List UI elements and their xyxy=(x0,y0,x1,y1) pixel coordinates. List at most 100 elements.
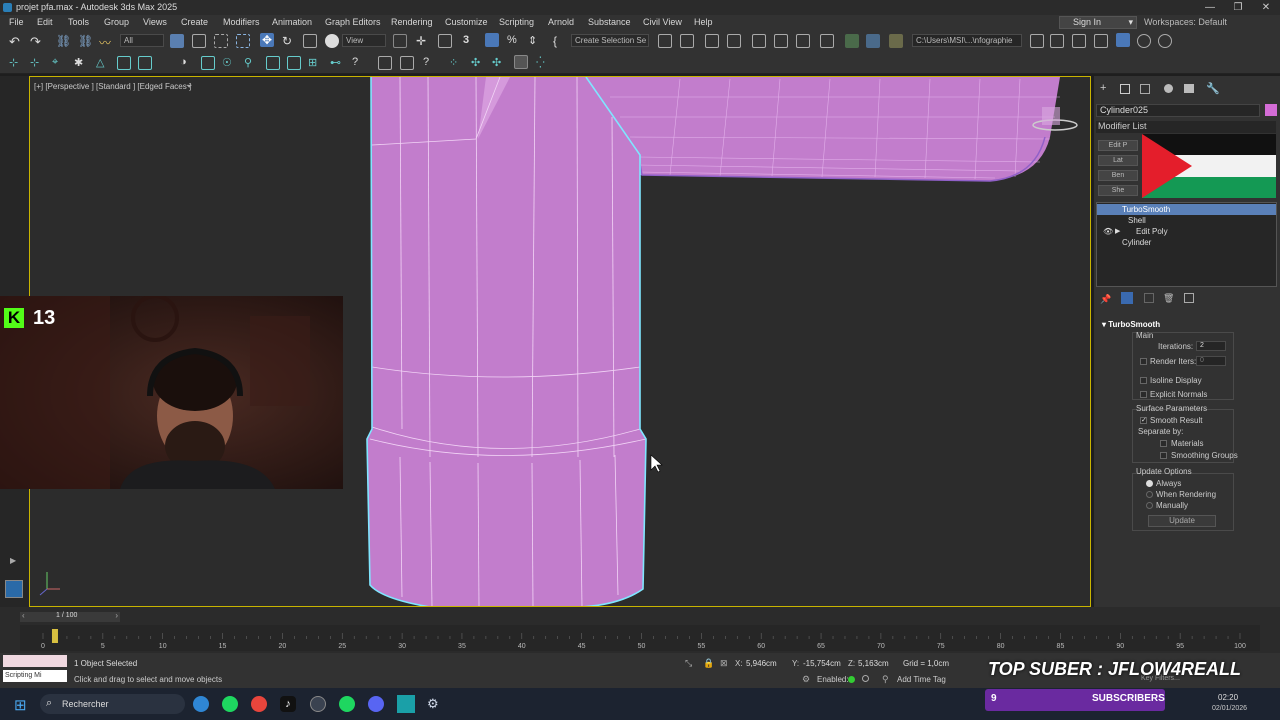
time-slider[interactable]: ‹ 1 / 100 › xyxy=(20,611,120,622)
project-folder-icon[interactable] xyxy=(1030,34,1044,48)
stack-item-turbosmooth[interactable]: TurboSmooth xyxy=(1097,204,1276,215)
snap-icon-10[interactable] xyxy=(514,55,528,69)
maxscript-listener[interactable] xyxy=(3,655,67,667)
edge-icon[interactable] xyxy=(193,696,209,712)
menu-file[interactable]: File xyxy=(9,17,24,27)
scripting-mini-listener[interactable]: Scripting Mi xyxy=(3,670,67,682)
snap-icon-7[interactable]: ⁘ xyxy=(449,56,463,70)
snap-pivot-icon[interactable]: ⊹ xyxy=(30,56,44,70)
menu-create[interactable]: Create xyxy=(181,17,208,27)
snap-midpoint-icon[interactable]: △ xyxy=(96,56,110,70)
x-coordinate[interactable]: 5,946cm xyxy=(746,659,777,668)
menu-rendering[interactable]: Rendering xyxy=(391,17,433,27)
menu-modifiers[interactable]: Modifiers xyxy=(223,17,260,27)
chrome-icon[interactable] xyxy=(251,696,267,712)
percent-snap-icon[interactable]: % xyxy=(507,34,521,48)
menu-help[interactable]: Help xyxy=(694,17,713,27)
object-name-field[interactable]: Cylinder025 xyxy=(1096,104,1260,117)
toggle-ribbon-icon[interactable] xyxy=(752,34,766,48)
funnel-icon[interactable]: ⏷ xyxy=(186,82,192,92)
iterations-spinner[interactable]: 2 xyxy=(1196,341,1226,351)
make-unique-icon[interactable] xyxy=(1144,293,1154,303)
question-icon[interactable]: ? xyxy=(423,56,437,70)
3dsmax-taskbar-icon[interactable] xyxy=(397,695,415,713)
object-color-swatch[interactable] xyxy=(1265,104,1277,116)
menu-animation[interactable]: Animation xyxy=(272,17,312,27)
snap-center-icon[interactable]: ⚲ xyxy=(244,56,258,70)
time-tag-icon[interactable]: ⚙ xyxy=(802,674,810,685)
hierarchy-tab-icon[interactable] xyxy=(1140,84,1150,94)
clock-date[interactable]: 02/01/2026 xyxy=(1212,705,1247,712)
smoothing-groups-checkbox[interactable] xyxy=(1160,452,1167,459)
y-coordinate[interactable]: -15,754cm xyxy=(803,659,841,668)
clock-time[interactable]: 02:20 xyxy=(1218,693,1238,702)
materials-checkbox[interactable] xyxy=(1160,440,1167,447)
add-time-tag-label[interactable]: Add Time Tag xyxy=(897,675,946,684)
help-icon[interactable]: ? xyxy=(352,56,366,70)
stack-item-edit-poly[interactable]: 👁 ▶ Edit Poly xyxy=(1097,226,1276,237)
expand-arrow-icon[interactable]: ▶ xyxy=(1115,226,1120,237)
select-and-scale-icon[interactable] xyxy=(303,34,317,48)
angle-snap-icon[interactable] xyxy=(485,33,499,47)
menu-group[interactable]: Group xyxy=(104,17,129,27)
named-selection-icon[interactable]: { xyxy=(553,34,567,48)
workspaces-selector[interactable]: Workspaces: Default xyxy=(1144,17,1227,27)
obs-icon[interactable] xyxy=(310,696,326,712)
update-button[interactable]: Update xyxy=(1148,515,1216,527)
snap-vertex-icon[interactable]: ⌖ xyxy=(52,56,66,70)
scene-explorer-icon[interactable] xyxy=(705,34,719,48)
layer-explorer-icon[interactable] xyxy=(727,34,741,48)
select-and-rotate-icon[interactable]: ↻ xyxy=(282,34,296,48)
snap-face-icon[interactable] xyxy=(138,56,152,70)
mirror-icon[interactable] xyxy=(658,34,672,48)
menu-arnold[interactable]: Arnold xyxy=(548,17,574,27)
select-and-move-icon[interactable]: ✥ xyxy=(260,33,274,47)
toolbar-icon-c[interactable] xyxy=(1094,34,1108,48)
schematic-view-icon[interactable] xyxy=(796,34,810,48)
toolbar-icon-a[interactable] xyxy=(1050,34,1064,48)
menu-graph-editors[interactable]: Graph Editors xyxy=(325,17,381,27)
keyboard-shortcut-override-icon[interactable] xyxy=(438,34,452,48)
explicit-normals-checkbox[interactable] xyxy=(1140,391,1147,398)
select-manipulate-icon[interactable]: ✛ xyxy=(416,34,430,48)
toolbar-icon-f[interactable] xyxy=(1158,34,1172,48)
menu-views[interactable]: Views xyxy=(143,17,167,27)
isolate-icon[interactable]: ⤡ xyxy=(685,658,692,669)
snap-icon-3[interactable]: ⊞ xyxy=(308,56,322,70)
z-coordinate[interactable]: 5,163cm xyxy=(858,659,889,668)
always-radio[interactable] xyxy=(1146,480,1153,487)
taskbar-search[interactable]: ⌕ Rechercher xyxy=(40,694,185,714)
project-path-field[interactable]: C:\Users\MSI\...\nfographie xyxy=(912,34,1022,47)
slider-next-icon[interactable]: › xyxy=(115,611,118,620)
eye-icon[interactable]: 👁 xyxy=(1103,226,1113,237)
pin-stack-icon[interactable]: 📌 xyxy=(1100,294,1111,305)
select-and-place-icon[interactable] xyxy=(325,34,339,48)
lock-icon[interactable]: 🔒 xyxy=(703,658,714,669)
slider-prev-icon[interactable]: ‹ xyxy=(22,611,25,620)
reference-coord-dropdown[interactable]: View xyxy=(342,34,386,47)
snaps-toggle-icon[interactable]: 3 xyxy=(463,34,477,48)
manually-radio[interactable] xyxy=(1146,502,1153,509)
steam-icon[interactable]: ⚙ xyxy=(427,696,439,712)
spinner-snap-icon[interactable]: ⇕ xyxy=(528,34,542,48)
link-icon[interactable]: ⛓ xyxy=(56,34,71,48)
snap-icon-11[interactable]: ⁛ xyxy=(536,56,550,70)
snap-perp-icon[interactable]: ◑ xyxy=(180,56,194,70)
close-button[interactable]: ✕ xyxy=(1252,0,1280,15)
render-production-icon[interactable] xyxy=(889,34,903,48)
enabled-indicator[interactable] xyxy=(848,676,855,683)
snap-icon-4[interactable]: ⊷ xyxy=(330,56,344,70)
snap-icon-6[interactable] xyxy=(400,56,414,70)
pivot-center-icon[interactable] xyxy=(393,34,407,48)
material-editor-icon[interactable] xyxy=(820,34,834,48)
isoline-display-checkbox[interactable] xyxy=(1140,377,1147,384)
windows-start-icon[interactable]: ⊞ xyxy=(14,696,27,714)
snap-icon-5[interactable] xyxy=(378,56,392,70)
snap-grid-icon[interactable]: ⊹ xyxy=(9,56,23,70)
create-tab-icon[interactable]: + xyxy=(1100,82,1106,94)
rectangular-selection-icon[interactable] xyxy=(214,34,228,48)
snap-icon-2[interactable] xyxy=(287,56,301,70)
rendered-frame-window-icon[interactable] xyxy=(866,34,880,48)
modifier-button-bend[interactable]: Ben xyxy=(1098,170,1138,181)
discord-icon[interactable] xyxy=(368,696,384,712)
